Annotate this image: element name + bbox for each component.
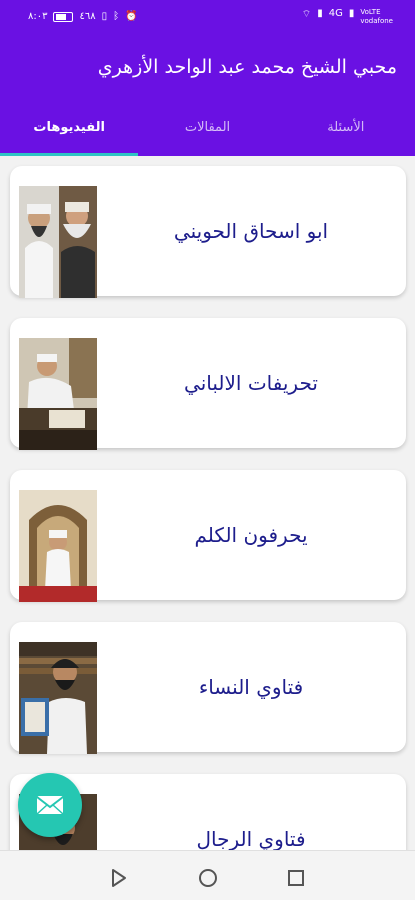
thumbnail-image — [19, 338, 97, 450]
alarm-icon: ⏰ — [125, 11, 138, 22]
thumbnail-image — [19, 490, 97, 602]
video-thumbnail — [19, 490, 97, 602]
email-icon — [36, 796, 64, 815]
vibrate-icon: ▯ — [101, 11, 108, 22]
video-card[interactable]: فتاوي النساء — [10, 622, 406, 754]
video-thumbnail — [19, 642, 97, 754]
clock: ٨:٠٣ — [28, 11, 48, 22]
video-title: فتاوي الرجال — [196, 827, 306, 850]
video-title: تحريفات الالباني — [184, 371, 318, 395]
tab-questions[interactable]: الأسئلة — [277, 100, 415, 156]
battery-icon — [53, 11, 74, 22]
recents-button[interactable] — [285, 867, 307, 889]
app-bar: محبي الشيخ محمد عبد الواحد الأزهري — [0, 36, 415, 100]
network-type: 4G — [328, 8, 343, 19]
status-bar: ٨:٠٣ ٤٦٨ ▯ ᛒ ⏰ ⌔ ▮ 4G ▮ VoLTE vodafone — [0, 0, 415, 36]
signal-strength-icon: ▮ — [317, 8, 323, 19]
recents-icon — [288, 870, 304, 886]
tab-bar: الأسئلة المقالات الفيديوهات — [0, 100, 415, 156]
video-card[interactable]: تحريفات الالباني — [10, 318, 406, 450]
carrier-label: VoLTE vodafone — [360, 8, 393, 26]
status-right: ⌔ ▮ 4G ▮ VoLTE vodafone — [302, 8, 393, 26]
video-title: فتاوي النساء — [198, 675, 304, 699]
signal-strength-icon-2: ▮ — [348, 8, 355, 19]
email-fab-button[interactable] — [18, 773, 82, 837]
back-icon — [112, 869, 126, 887]
tab-videos[interactable]: الفيديوهات — [0, 100, 139, 156]
battery-percent: ٤٦٨ — [79, 11, 96, 22]
video-thumbnail — [19, 338, 97, 450]
video-thumbnail — [19, 186, 97, 298]
video-card[interactable]: يحرفون الكلم — [10, 470, 406, 602]
system-nav-bar — [0, 850, 415, 900]
app-title: محبي الشيخ محمد عبد الواحد الأزهري — [97, 56, 397, 78]
video-title: ابو اسحاق الحويني — [173, 219, 329, 243]
home-button[interactable] — [197, 867, 219, 889]
back-button[interactable] — [108, 867, 130, 889]
thumbnail-image — [19, 642, 97, 754]
carrier-name: vodafone — [360, 17, 393, 25]
thumbnail-image — [19, 186, 97, 298]
video-title: يحرفون الكلم — [194, 523, 308, 547]
carrier-top: VoLTE — [360, 8, 381, 16]
status-left: ٨:٠٣ ٤٦٨ ▯ ᛒ ⏰ — [28, 11, 138, 22]
bluetooth-icon: ᛒ — [113, 11, 120, 22]
home-icon — [199, 869, 217, 887]
video-list[interactable]: ابو اسحاق الحويني تحريفات الالباني يحرفو… — [0, 156, 415, 850]
video-card[interactable]: ابو اسحاق الحويني — [10, 166, 406, 298]
tab-articles[interactable]: المقالات — [138, 100, 276, 156]
wifi-icon: ⌔ — [301, 9, 312, 20]
